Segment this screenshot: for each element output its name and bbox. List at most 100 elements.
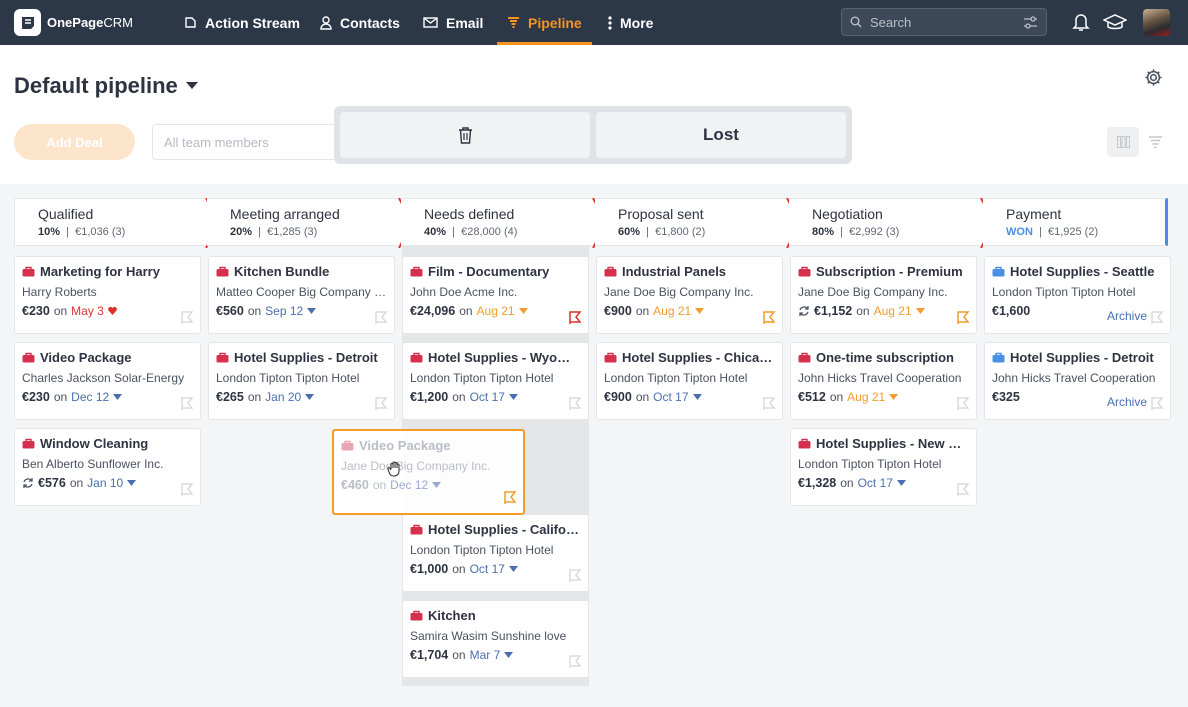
nav-pipeline[interactable]: Pipeline	[497, 0, 592, 45]
stage-header-1[interactable]: Meeting arranged 20% | €1,285 (3)	[207, 198, 414, 248]
deal-date[interactable]: Dec 12	[71, 390, 109, 404]
deal-card[interactable]: Hotel Supplies - California London Tipton…	[402, 514, 589, 592]
caret-down-icon[interactable]	[113, 394, 123, 400]
deal-contact[interactable]: Charles Jackson Solar-Energy	[22, 371, 193, 385]
academy-graduation-cap-icon[interactable]	[1103, 13, 1127, 32]
caret-down-icon[interactable]	[695, 308, 705, 314]
next-action-flag-icon[interactable]	[956, 483, 970, 497]
caret-down-icon[interactable]	[307, 308, 317, 314]
caret-down-icon[interactable]	[889, 394, 899, 400]
stage-header-4[interactable]: Negotiation 80% | €2,992 (3)	[789, 198, 996, 248]
stage-header-5[interactable]: Payment WON | €1,925 (2)	[983, 198, 1168, 246]
deal-contact[interactable]: Samira Wasim Sunshine love	[410, 629, 581, 643]
nav-more[interactable]: More	[608, 0, 653, 45]
deal-contact[interactable]: Harry Roberts	[22, 285, 193, 299]
deal-contact[interactable]: London Tipton Tipton Hotel	[992, 285, 1163, 299]
funnel-view-button[interactable]	[1139, 127, 1171, 157]
next-action-flag-icon[interactable]	[568, 655, 582, 669]
next-action-flag-icon[interactable]	[374, 397, 388, 411]
deal-contact[interactable]: London Tipton Tipton Hotel	[410, 543, 581, 557]
deal-contact[interactable]: Jane Doe Big Company Inc.	[798, 285, 969, 299]
pipeline-selector[interactable]: Default pipeline	[14, 73, 198, 99]
deal-card[interactable]: Hotel Supplies - Chicago London Tipton Ti…	[596, 342, 783, 420]
search-filter-icon[interactable]	[1023, 15, 1038, 29]
next-action-flag-icon[interactable]	[762, 311, 776, 325]
deal-date[interactable]: Aug 21	[653, 304, 691, 318]
next-action-flag-icon[interactable]	[180, 483, 194, 497]
deal-contact[interactable]: Matteo Cooper Big Company Inc.	[216, 285, 387, 299]
deal-date[interactable]: Sep 12	[265, 304, 303, 318]
deal-date[interactable]: Oct 17	[470, 390, 505, 404]
nav-contacts[interactable]: Contacts	[320, 0, 400, 45]
deal-card[interactable]: Kitchen Samira Wasim Sunshine love €1,704 o…	[402, 600, 589, 678]
deal-date[interactable]: Aug 21	[477, 304, 515, 318]
deal-contact[interactable]: John Doe Acme Inc.	[410, 285, 581, 299]
deal-contact[interactable]: John Hicks Travel Cooperation	[798, 371, 969, 385]
notifications-bell-icon[interactable]	[1072, 12, 1090, 32]
caret-down-icon[interactable]	[127, 480, 137, 486]
deal-date[interactable]: Aug 21	[874, 304, 912, 318]
deal-date[interactable]: Oct 17	[653, 390, 688, 404]
deal-card[interactable]: Hotel Supplies - New Hampshire London Tip…	[790, 428, 977, 506]
caret-down-icon[interactable]	[508, 566, 518, 572]
deal-contact[interactable]: John Hicks Travel Cooperation	[992, 371, 1163, 385]
deal-card[interactable]: Window Cleaning Ben Alberto Sunflower Inc…	[14, 428, 201, 506]
nav-email[interactable]: Email	[423, 0, 483, 45]
team-members-filter[interactable]: All team members	[152, 124, 342, 160]
next-action-flag-icon[interactable]	[568, 569, 582, 583]
deal-contact[interactable]: London Tipton Tipton Hotel	[604, 371, 775, 385]
next-action-flag-icon[interactable]	[762, 397, 776, 411]
deal-card[interactable]: Hotel Supplies - Seattle London Tipton Ti…	[984, 256, 1171, 334]
delete-drop-target[interactable]	[340, 112, 590, 158]
deal-date[interactable]: Aug 21	[847, 390, 885, 404]
deal-date[interactable]: Oct 17	[858, 476, 893, 490]
next-action-flag-icon[interactable]	[956, 397, 970, 411]
deal-contact[interactable]: London Tipton Tipton Hotel	[216, 371, 387, 385]
next-action-flag-icon[interactable]	[1150, 397, 1164, 411]
next-action-flag-icon[interactable]	[568, 311, 582, 325]
deal-contact[interactable]: London Tipton Tipton Hotel	[410, 371, 581, 385]
caret-down-icon[interactable]	[896, 480, 906, 486]
add-deal-button[interactable]: Add Deal	[14, 124, 135, 160]
deal-card[interactable]: One-time subscription John Hicks Travel C…	[790, 342, 977, 420]
caret-down-icon[interactable]	[504, 652, 514, 658]
caret-down-icon[interactable]	[518, 308, 528, 314]
next-action-flag-icon[interactable]	[180, 311, 194, 325]
stage-header-0[interactable]: Qualified 10% | €1,036 (3)	[14, 198, 221, 248]
archive-link[interactable]: Archive	[1107, 309, 1147, 323]
archive-link[interactable]: Archive	[1107, 395, 1147, 409]
next-action-flag-icon[interactable]	[180, 397, 194, 411]
next-action-flag-icon[interactable]	[503, 491, 517, 505]
deal-card[interactable]: Video Package Charles Jackson Solar-Energ…	[14, 342, 201, 420]
dragging-deal-card[interactable]: Video Package Jane Doe Big Company Inc. …	[332, 429, 525, 515]
deal-contact[interactable]: London Tipton Tipton Hotel	[798, 457, 969, 471]
deal-contact[interactable]: Ben Alberto Sunflower Inc.	[22, 457, 193, 471]
search-bar[interactable]: Search	[841, 8, 1047, 36]
nav-action-stream[interactable]: Action Stream	[184, 0, 300, 45]
next-action-flag-icon[interactable]	[956, 311, 970, 325]
board-view-button[interactable]	[1107, 127, 1139, 157]
next-action-flag-icon[interactable]	[568, 397, 582, 411]
stage-header-3[interactable]: Proposal sent 60% | €1,800 (2)	[595, 198, 802, 248]
next-action-flag-icon[interactable]	[374, 311, 388, 325]
deal-date[interactable]: Jan 20	[265, 390, 301, 404]
caret-down-icon[interactable]	[692, 394, 702, 400]
deal-card[interactable]: Subscription - Premium Jane Doe Big Compa…	[790, 256, 977, 334]
deal-card[interactable]: Hotel Supplies - Detroit London Tipton Ti…	[208, 342, 395, 420]
deal-date[interactable]: Oct 17	[470, 562, 505, 576]
deal-date[interactable]: Jan 10	[87, 476, 123, 490]
gear-icon[interactable]	[1144, 68, 1163, 87]
deal-card[interactable]: Kitchen Bundle Matteo Cooper Big Company …	[208, 256, 395, 334]
caret-down-icon[interactable]	[305, 394, 315, 400]
lost-drop-target[interactable]: Lost	[596, 112, 846, 158]
caret-down-icon[interactable]	[508, 394, 518, 400]
deal-date[interactable]: Mar 7	[470, 648, 501, 662]
deal-contact[interactable]: Jane Doe Big Company Inc.	[604, 285, 775, 299]
next-action-flag-icon[interactable]	[1150, 311, 1164, 325]
app-logo[interactable]: OnePageCRM	[14, 9, 133, 36]
deal-card[interactable]: Hotel Supplies - Wyoming London Tipton Ti…	[402, 342, 589, 420]
user-avatar[interactable]	[1143, 9, 1170, 36]
deal-card[interactable]: Film - Documentary John Doe Acme Inc. €24,…	[402, 256, 589, 334]
deal-card[interactable]: Hotel Supplies - Detroit John Hicks Trave…	[984, 342, 1171, 420]
deal-card[interactable]: Industrial Panels Jane Doe Big Company In…	[596, 256, 783, 334]
